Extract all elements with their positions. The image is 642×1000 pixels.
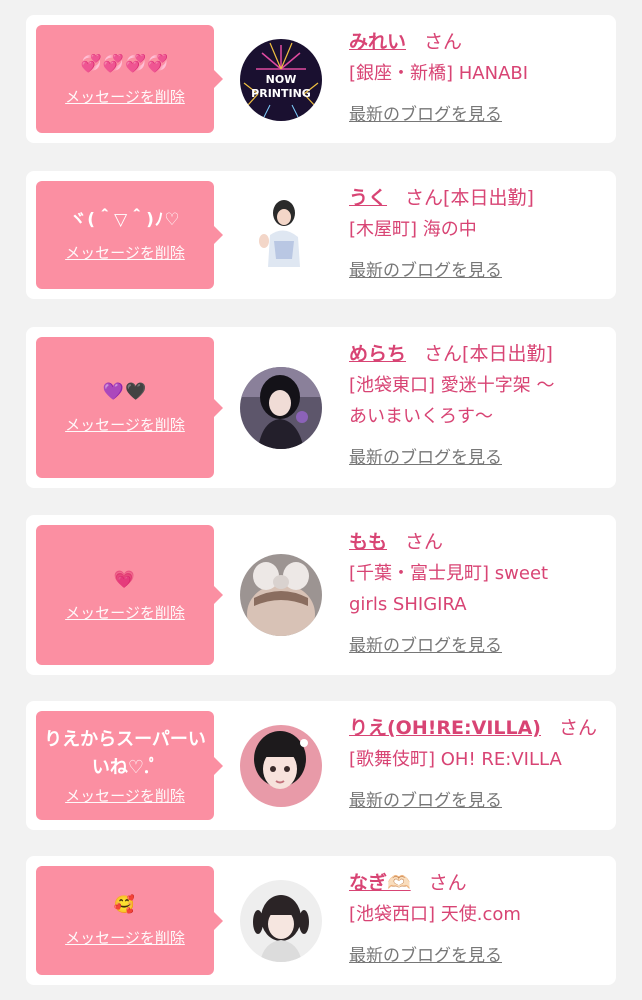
message-text: 💗	[113, 569, 137, 590]
message-text: ヾ(＾▽＾)ﾉ♡	[69, 209, 181, 230]
shop-name-continued: あいまいくろす〜	[349, 406, 493, 427]
shop-name-continued: girls SHIGIRA	[349, 594, 467, 615]
avatar[interactable]	[240, 367, 322, 449]
avatar[interactable]: NOW PRINTING	[240, 39, 322, 121]
girl-avatar-image	[240, 367, 322, 449]
message-card: ヾ(＾▽＾)ﾉ♡ メッセージを削除 うく さん[本日出勤] [木屋町] 海の中 最…	[26, 171, 616, 299]
latest-blog-link[interactable]: 最新のブログを見る	[349, 259, 611, 283]
delete-message-link[interactable]: メッセージを削除	[65, 928, 185, 948]
profile-name-link[interactable]: りえ(OH!RE:VILLA)	[349, 717, 541, 739]
delete-message-link[interactable]: メッセージを削除	[65, 415, 185, 435]
message-card: 🥰 メッセージを削除 なぎ🫶🏻 さん [池袋西口] 天使.com 最新のブログを見…	[26, 856, 616, 985]
message-card: 💜🖤 メッセージを削除 めらち さん[本日出勤] [池袋東口] 愛迷十字架 〜 あ…	[26, 327, 616, 488]
shop-name: [池袋東口] 愛迷十字架 〜	[349, 375, 555, 396]
latest-blog-link[interactable]: 最新のブログを見る	[349, 634, 611, 658]
message-card: 💞💞💞💞 メッセージを削除 NOW PRINTING みれい さん [銀座・新橋…	[26, 15, 616, 143]
shop-name: [木屋町] 海の中	[349, 219, 477, 240]
message-text: 💜🖤	[102, 382, 148, 402]
shop-name: [千葉・富士見町] sweet	[349, 563, 549, 584]
status-label: [本日出勤]	[443, 187, 534, 209]
delete-message-link[interactable]: メッセージを削除	[65, 87, 185, 107]
fireworks-avatar-image: NOW PRINTING	[240, 39, 322, 121]
message-bubble: 💗 メッセージを削除	[36, 525, 223, 665]
profile-info: めらち さん[本日出勤] [池袋東口] 愛迷十字架 〜 あいまいくろす〜 最新のブ…	[349, 338, 611, 470]
status-label: [本日出勤]	[462, 343, 553, 365]
profile-name-link[interactable]: みれい	[349, 31, 406, 53]
delete-message-link[interactable]: メッセージを削除	[65, 243, 185, 263]
message-bubble: ヾ(＾▽＾)ﾉ♡ メッセージを削除	[36, 181, 223, 289]
profile-info: うく さん[本日出勤] [木屋町] 海の中 最新のブログを見る	[349, 182, 611, 283]
message-text: りえからスーパーいいね♡.ﾟ	[44, 728, 206, 778]
shop-name: [歌舞伎町] OH! RE:VILLA	[349, 749, 562, 770]
latest-blog-link[interactable]: 最新のブログを見る	[349, 446, 611, 470]
profile-name-link[interactable]: なぎ🫶🏻	[349, 872, 411, 894]
message-text: 🥰	[113, 895, 137, 915]
shop-name: [銀座・新橋] HANABI	[349, 63, 529, 84]
honorific: さん	[559, 717, 598, 739]
latest-blog-link[interactable]: 最新のブログを見る	[349, 789, 611, 813]
message-bubble: 💞💞💞💞 メッセージを削除	[36, 25, 223, 133]
avatar[interactable]	[240, 195, 322, 277]
honorific: さん	[424, 343, 463, 365]
profile-name-link[interactable]: めらち	[349, 343, 406, 365]
girl-avatar-image	[240, 880, 322, 962]
girl-avatar-image	[240, 725, 322, 807]
profile-info: みれい さん [銀座・新橋] HANABI 最新のブログを見る	[349, 26, 611, 127]
message-text: 💞💞💞💞	[80, 53, 170, 74]
girl-avatar-image	[240, 554, 322, 636]
profile-info: なぎ🫶🏻 さん [池袋西口] 天使.com 最新のブログを見る	[349, 867, 611, 968]
message-bubble: りえからスーパーいいね♡.ﾟ メッセージを削除	[36, 711, 223, 820]
svg-text:PRINTING: PRINTING	[251, 87, 311, 100]
latest-blog-link[interactable]: 最新のブログを見る	[349, 103, 611, 127]
honorific: さん	[424, 31, 463, 53]
delete-message-link[interactable]: メッセージを削除	[65, 603, 185, 623]
avatar[interactable]	[240, 725, 322, 807]
avatar[interactable]	[240, 880, 322, 962]
latest-blog-link[interactable]: 最新のブログを見る	[349, 944, 611, 968]
profile-name-link[interactable]: もも	[349, 531, 387, 553]
message-card: りえからスーパーいいね♡.ﾟ メッセージを削除 りえ(OH!RE:VILLA) さ…	[26, 701, 616, 830]
honorific: さん	[428, 872, 467, 894]
avatar[interactable]	[240, 554, 322, 636]
girl-avatar-image	[240, 195, 322, 277]
profile-name-link[interactable]: うく	[349, 187, 387, 209]
message-bubble: 💜🖤 メッセージを削除	[36, 337, 223, 478]
message-card: 💗 メッセージを削除 もも さん [千葉・富士見町] sweet girls SH…	[26, 515, 616, 675]
honorific: さん	[405, 187, 444, 209]
profile-info: りえ(OH!RE:VILLA) さん [歌舞伎町] OH! RE:VILLA 最新…	[349, 712, 611, 813]
shop-name: [池袋西口] 天使.com	[349, 904, 521, 925]
svg-text:NOW: NOW	[266, 73, 297, 86]
honorific: さん	[405, 531, 444, 553]
message-bubble: 🥰 メッセージを削除	[36, 866, 223, 975]
delete-message-link[interactable]: メッセージを削除	[65, 786, 185, 806]
profile-info: もも さん [千葉・富士見町] sweet girls SHIGIRA 最新のブロ…	[349, 526, 611, 658]
